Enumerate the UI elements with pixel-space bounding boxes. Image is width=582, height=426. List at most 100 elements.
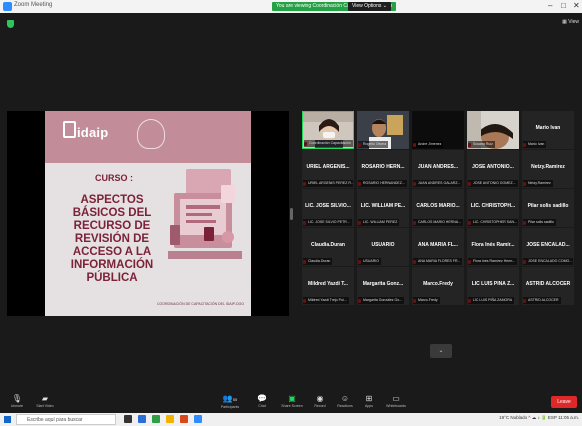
- participant-display-name: Pilar solis sadillo: [527, 203, 569, 209]
- zoom-taskbar-icon[interactable]: [194, 415, 202, 423]
- participant-tile[interactable]: LIC. CHRISTOPH... LIC. CHRISTOPHER SAN...: [467, 189, 519, 227]
- video-off-icon: ▰: [41, 394, 49, 403]
- participants-button[interactable]: 👥55 Participants: [218, 394, 242, 410]
- participant-name-label: Netzy.Ramirez: [523, 180, 553, 187]
- participant-tile[interactable]: Marco.Fredy Marco.Fredy: [412, 267, 464, 305]
- participant-name-label: ASTRID ALCOCER: [523, 297, 561, 304]
- participant-display-name: ASTRID ALCOCER: [525, 281, 571, 287]
- participant-tile[interactable]: Susana Ruiz: [467, 111, 519, 149]
- gallery-view-button[interactable]: ▦ View: [562, 19, 579, 25]
- slide: idaip CURSO : ASPECTOS BÁSICOS DEL RECUR…: [45, 111, 251, 316]
- participant-display-name: URIEL ARGENIS...: [306, 164, 350, 170]
- participant-display-name: JUAN ANDRES...: [417, 164, 459, 170]
- participant-name-label: LIC. JOSE SILVIO PETR...: [303, 219, 352, 226]
- minimize-icon[interactable]: –: [548, 1, 552, 10]
- participant-display-name: LIC LUIS PIÑA Z...: [471, 281, 515, 287]
- participant-name-label: ROSARIO HERNANDEZ...: [358, 180, 407, 187]
- window-title: Zoom Meeting: [14, 2, 53, 8]
- task-view-icon[interactable]: [124, 415, 132, 423]
- slide-footer: COORDINACIÓN DE CAPACITACIÓN DEL IDAIP-D…: [157, 302, 245, 306]
- reactions-button[interactable]: ☺ Reactions: [334, 394, 356, 409]
- participant-tile[interactable]: ASTRID ALCOCER ASTRID ALCOCER: [522, 267, 574, 305]
- participant-name-label: JOSE ANTONIO GOMEZ...: [468, 180, 518, 187]
- participant-tile[interactable]: Claudia.Duran Claudia.Duran: [302, 228, 354, 266]
- windows-start-icon[interactable]: [4, 416, 11, 423]
- share-screen-button[interactable]: ▣ Share Screen: [280, 394, 304, 409]
- start-video-button[interactable]: ▰ Start Video: [34, 394, 56, 409]
- participant-tile[interactable]: Mildred Yazdi T... Mildred Yazdi Trejo Pu…: [302, 267, 354, 305]
- participant-display-name: Mildred Yazdi T...: [308, 281, 348, 287]
- idaip-logo-mark: [63, 121, 76, 138]
- participant-display-name: USUARIO: [371, 242, 395, 248]
- file-explorer-icon[interactable]: [166, 415, 174, 423]
- participant-name-label: CARLOS MARIO HERNA...: [413, 219, 463, 226]
- participant-name-label: JUAN ANDRES GALARZ...: [413, 180, 463, 187]
- participant-display-name: LIC. CHRISTOPH...: [470, 203, 516, 209]
- participant-tile[interactable]: JOSE ANTONIO... JOSE ANTONIO GOMEZ...: [467, 150, 519, 188]
- slide-heading: ASPECTOS BÁSICOS DEL RECURSO DE REVISIÓN…: [70, 194, 154, 284]
- unmute-button[interactable]: 🎙 Unmute: [8, 394, 26, 409]
- participant-tile[interactable]: Mario Ivan Mario Ivan: [522, 111, 574, 149]
- participant-display-name: Marco.Fredy: [423, 281, 453, 287]
- participant-name-label: Mildred Yazdi Trejo Pui...: [303, 297, 349, 304]
- participant-tile[interactable]: LIC LUIS PIÑA Z... LIC LUIS PIÑA ZAMORA: [467, 267, 519, 305]
- participant-name-label: Marco.Fredy: [413, 297, 440, 304]
- participant-name-label: Margarita González Go...: [358, 297, 405, 304]
- participant-name-label: LIC LUIS PIÑA ZAMORA: [468, 297, 515, 304]
- apps-button[interactable]: ⊞ Apps: [361, 394, 377, 409]
- taskbar-app-icon[interactable]: [152, 415, 160, 423]
- security-shield-icon[interactable]: [7, 20, 14, 28]
- window-titlebar: Zoom Meeting You are viewing Coordinació…: [0, 0, 582, 13]
- participant-display-name: Flora Inés Ramír...: [471, 242, 515, 248]
- record-icon: ◉: [316, 394, 324, 403]
- share-screen-icon: ▣: [288, 394, 296, 403]
- maximize-icon[interactable]: □: [561, 1, 566, 10]
- participant-name-label: LIC. WILLIAM PEREZ: [358, 219, 400, 226]
- taskbar-app-icon[interactable]: [138, 415, 146, 423]
- participant-name-label: Mario Ivan: [523, 141, 547, 148]
- participant-display-name: CARLOS MARIO...: [416, 203, 460, 209]
- gallery-scroll-down-button[interactable]: ⌄: [430, 344, 452, 358]
- participant-display-name: Netzy.Ramirez: [531, 164, 565, 170]
- participant-tile[interactable]: LIC. JOSE SILVIO... LIC. JOSE SILVIO PETR…: [302, 189, 354, 227]
- participant-display-name: Claudia.Duran: [311, 242, 345, 248]
- participant-tile[interactable]: CARLOS MARIO... CARLOS MARIO HERNA...: [412, 189, 464, 227]
- windows-taskbar: Escribe aquí para buscar 19°C Nublado ^ …: [0, 413, 582, 426]
- participant-name-label: ANA MARIA FLORES FR...: [413, 258, 463, 265]
- chat-button[interactable]: 💬 Chat: [253, 394, 271, 409]
- participant-tile[interactable]: Margarita Gonz... Margarita González Go..…: [357, 267, 409, 305]
- whiteboard-icon: ▭: [392, 394, 400, 403]
- participant-tile[interactable]: ANA MARIA FL... ANA MARIA FLORES FR...: [412, 228, 464, 266]
- taskbar-search-input[interactable]: Escribe aquí para buscar: [16, 414, 116, 425]
- participant-tile[interactable]: USUARIO USUARIO: [357, 228, 409, 266]
- participant-tile[interactable]: Andre Jimenez: [412, 111, 464, 149]
- participant-name-label: Coordinación Capacitación: [304, 140, 353, 147]
- participant-tile[interactable]: LIC. WILLIAM PE... LIC. WILLIAM PEREZ: [357, 189, 409, 227]
- participant-tile[interactable]: JUAN ANDRES... JUAN ANDRES GALARZ...: [412, 150, 464, 188]
- leave-button[interactable]: Leave: [551, 396, 577, 408]
- slide-header-band: idaip: [45, 111, 251, 163]
- participant-name-label: URIEL ARGENIS PEREZ R...: [303, 180, 353, 187]
- zoom-icon: [3, 2, 12, 11]
- participant-name-label: Claudia.Duran: [303, 258, 333, 265]
- participant-tile[interactable]: Pilar solis sadillo Pilar solis sadillo: [522, 189, 574, 227]
- view-options-button[interactable]: View Options ⌄: [348, 2, 391, 11]
- participant-tile[interactable]: Coordinación Capacitación: [302, 111, 354, 149]
- record-button[interactable]: ◉ Record: [311, 394, 329, 409]
- participant-display-name: LIC. JOSE SILVIO...: [305, 203, 351, 209]
- close-icon[interactable]: ✕: [573, 1, 580, 10]
- splitter-handle[interactable]: [290, 208, 293, 220]
- participant-display-name: LIC. WILLIAM PE...: [360, 203, 406, 209]
- chat-icon: 💬: [257, 394, 267, 403]
- participant-name-label: Andre Jimenez: [413, 141, 444, 148]
- participant-tile[interactable]: ROSARIO HERN... ROSARIO HERNANDEZ...: [357, 150, 409, 188]
- participant-tile[interactable]: URIEL ARGENIS... URIEL ARGENIS PEREZ R...: [302, 150, 354, 188]
- whiteboards-button[interactable]: ▭ Whiteboards: [382, 394, 410, 409]
- participant-tile[interactable]: Netzy.Ramirez Netzy.Ramirez: [522, 150, 574, 188]
- participant-tile[interactable]: Rogelio Olvera: [357, 111, 409, 149]
- participant-display-name: ANA MARIA FL...: [418, 242, 458, 248]
- participant-gallery: Coordinación Capacitación Rogelio Olvera A…: [302, 111, 576, 348]
- taskbar-app-icon[interactable]: [180, 415, 188, 423]
- participant-tile[interactable]: Flora Inés Ramír... Flora Inés Ramírez He…: [467, 228, 519, 266]
- participant-tile[interactable]: JOSE ENCALAD... JOSE ENCALADO COMO...: [522, 228, 574, 266]
